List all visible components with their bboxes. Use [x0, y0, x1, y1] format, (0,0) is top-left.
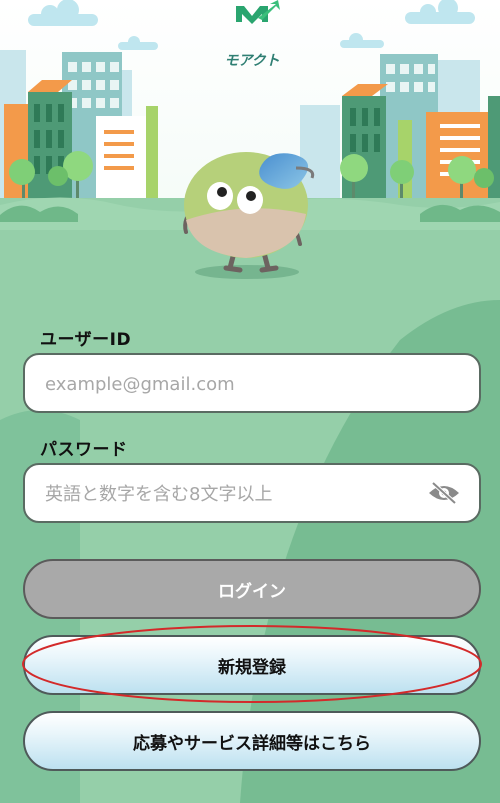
- register-button-label: 新規登録: [218, 657, 286, 678]
- user-id-input[interactable]: [43, 355, 427, 413]
- user-id-field[interactable]: [23, 353, 481, 413]
- user-id-label: ユーザーID: [40, 330, 132, 350]
- login-screen: モアクト ユーザーID パスワード ログイン 新規登録 応募やサービス詳細等はこ…: [0, 0, 500, 803]
- service-info-button[interactable]: 応募やサービス詳細等はこちら: [23, 711, 481, 771]
- password-field[interactable]: [23, 463, 481, 523]
- eye-slash-icon[interactable]: [427, 481, 461, 505]
- app-logo-text: モアクト: [224, 53, 280, 69]
- password-input[interactable]: [43, 465, 427, 523]
- login-button[interactable]: ログイン: [23, 559, 481, 619]
- service-info-button-label: 応募やサービス詳細等はこちら: [133, 733, 371, 754]
- password-label: パスワード: [40, 440, 128, 460]
- register-button[interactable]: 新規登録: [23, 635, 481, 695]
- login-button-label: ログイン: [218, 581, 286, 602]
